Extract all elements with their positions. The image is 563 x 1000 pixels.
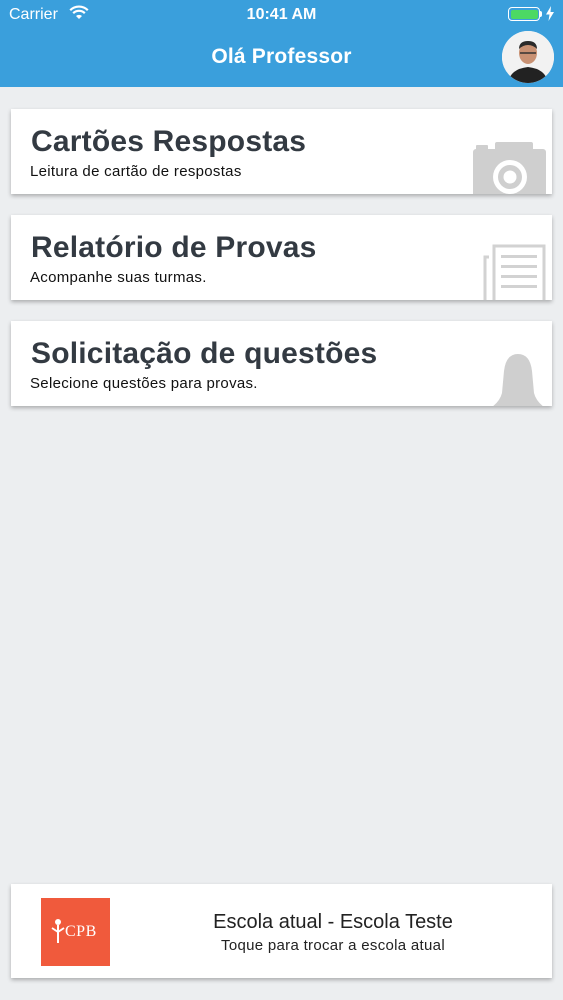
current-school-label: Escola atual - Escola Teste <box>213 911 453 933</box>
profile-avatar[interactable] <box>502 31 554 83</box>
change-school-hint: Toque para trocar a escola atual <box>221 937 445 954</box>
avatar-image <box>502 31 554 83</box>
current-school-bar[interactable]: CPB Escola atual - Escola Teste Toque pa… <box>11 884 552 978</box>
card-title: Solicitação de questões <box>31 337 378 370</box>
page-title: Olá Professor <box>211 45 352 68</box>
card-relatorio-de-provas[interactable]: Relatório de Provas Acompanhe suas turma… <box>11 215 552 300</box>
card-subtitle: Leitura de cartão de respostas <box>30 163 242 180</box>
cpb-logo-symbol <box>51 919 65 943</box>
logo-text: CPB <box>65 923 97 940</box>
app-header: Carrier 10:41 AM Olá Professor <box>0 0 563 87</box>
card-cartoes-respostas[interactable]: Cartões Respostas Leitura de cartão de r… <box>11 109 552 194</box>
cpb-logo: CPB <box>41 898 110 966</box>
document-icon <box>483 244 546 300</box>
status-time: 10:41 AM <box>246 6 317 23</box>
card-title: Cartões Respostas <box>31 125 307 158</box>
camera-icon <box>473 142 546 194</box>
status-bar: Carrier 10:41 AM <box>0 0 563 30</box>
card-subtitle: Acompanhe suas turmas. <box>30 269 207 286</box>
card-subtitle: Selecione questões para provas. <box>30 375 258 392</box>
card-solicitacao-de-questoes[interactable]: Solicitação de questões Selecione questõ… <box>11 321 552 406</box>
charging-bolt-icon <box>546 6 554 21</box>
battery-icon <box>508 7 540 21</box>
bell-icon <box>493 354 543 406</box>
card-title: Relatório de Provas <box>31 231 317 264</box>
